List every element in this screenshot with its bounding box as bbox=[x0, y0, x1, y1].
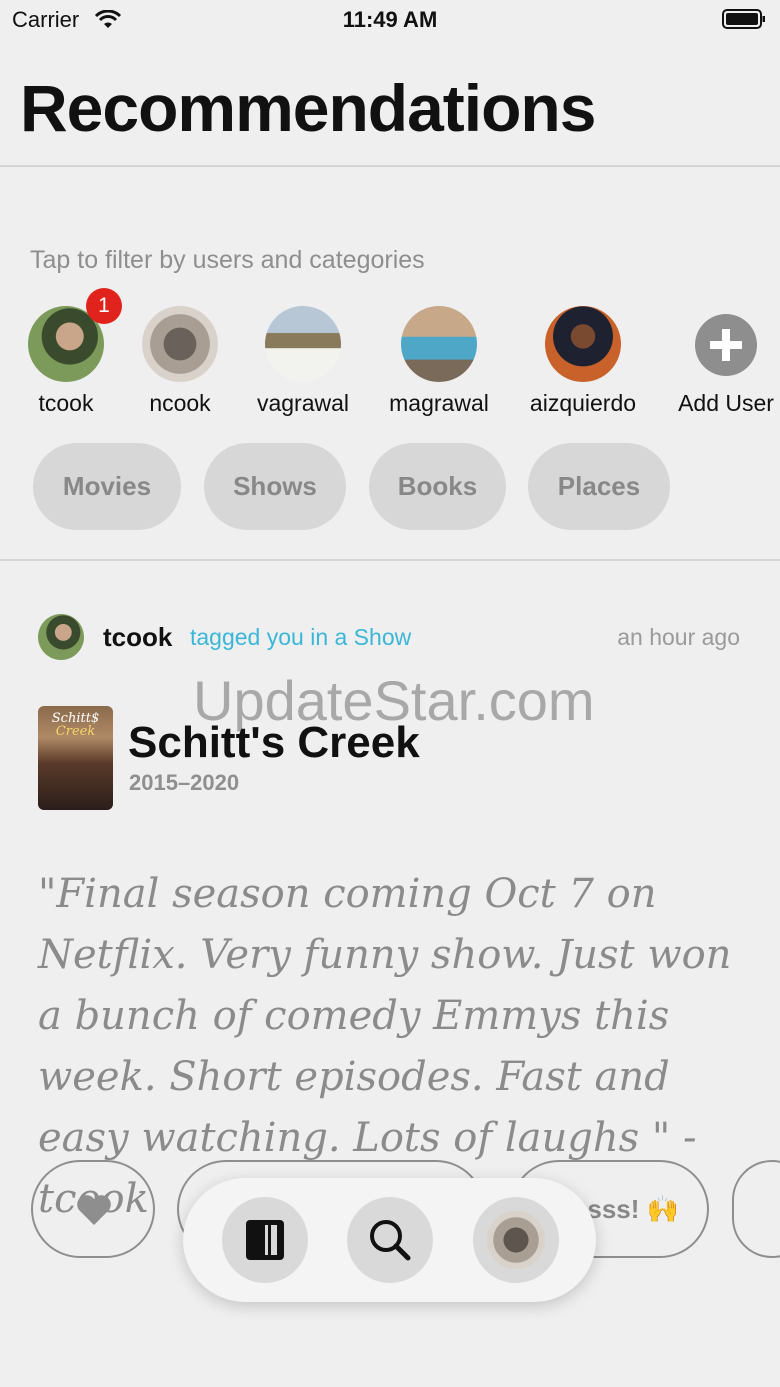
user-filter-aizquierdo[interactable]: aizquierdo bbox=[513, 306, 653, 417]
poster-title-line2: Creek bbox=[55, 724, 96, 739]
poster-avatar[interactable] bbox=[38, 614, 84, 660]
user-name: magrawal bbox=[389, 390, 489, 416]
user-filter-ncook[interactable]: ncook bbox=[110, 306, 250, 417]
user-name: aizquierdo bbox=[529, 390, 637, 416]
page-title: Recommendations bbox=[20, 71, 596, 145]
filter-hint: Tap to filter by users and categories bbox=[30, 246, 425, 274]
tab-library[interactable] bbox=[222, 1197, 308, 1283]
user-name: vagrawal bbox=[256, 390, 350, 416]
tab-search[interactable] bbox=[347, 1197, 433, 1283]
profile-avatar bbox=[487, 1211, 545, 1269]
reaction-label: sss! 🙌 bbox=[587, 1194, 679, 1224]
user-filter-magrawal[interactable]: magrawal bbox=[369, 306, 509, 417]
poster-username[interactable]: tcook bbox=[103, 622, 172, 653]
user-filter-vagrawal[interactable]: vagrawal bbox=[233, 306, 373, 417]
category-places[interactable]: Places bbox=[528, 443, 670, 530]
header-divider bbox=[0, 165, 780, 167]
heart-icon bbox=[77, 1195, 111, 1225]
post-timestamp: an hour ago bbox=[617, 624, 740, 650]
avatar bbox=[265, 306, 341, 382]
show-years: 2015–2020 bbox=[129, 770, 240, 795]
avatar bbox=[401, 306, 477, 382]
clock: 11:49 AM bbox=[342, 7, 438, 32]
tab-bar bbox=[183, 1178, 596, 1302]
add-user-button[interactable]: Add User bbox=[656, 306, 780, 417]
battery-icon bbox=[722, 9, 765, 29]
avatar bbox=[545, 306, 621, 382]
avatar bbox=[142, 306, 218, 382]
plus-icon bbox=[695, 314, 757, 376]
show-poster[interactable]: Schitt$ Creek bbox=[38, 706, 113, 810]
status-bar: Carrier 11:49 AM bbox=[0, 0, 780, 40]
like-button[interactable] bbox=[31, 1160, 155, 1258]
user-name: ncook bbox=[149, 390, 211, 416]
add-user-label: Add User bbox=[678, 390, 774, 416]
filter-divider bbox=[0, 559, 780, 561]
search-icon bbox=[370, 1220, 411, 1261]
book-icon bbox=[246, 1220, 284, 1260]
category-books[interactable]: Books bbox=[369, 443, 506, 530]
tag-action-text: tagged you in a Show bbox=[190, 624, 412, 650]
show-title[interactable]: Schitt's Creek bbox=[128, 718, 420, 768]
category-movies[interactable]: Movies bbox=[33, 443, 181, 530]
tab-profile[interactable] bbox=[473, 1197, 559, 1283]
category-shows[interactable]: Shows bbox=[204, 443, 346, 530]
